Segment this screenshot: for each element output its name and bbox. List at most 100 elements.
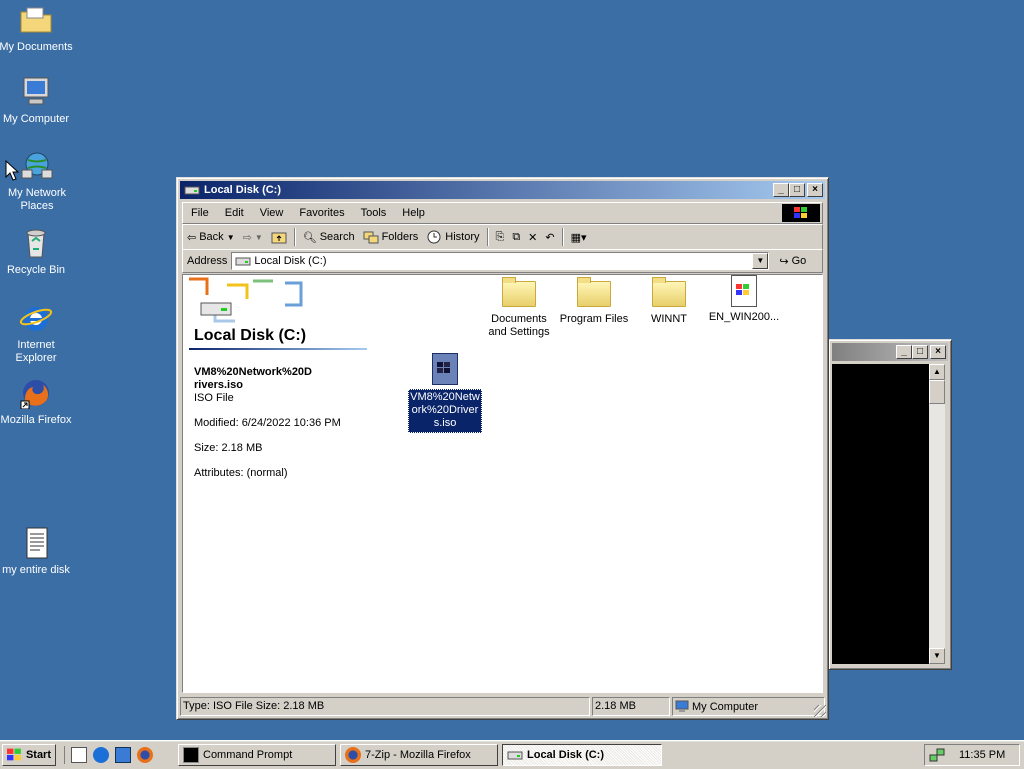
selected-file-type: ISO File (194, 392, 234, 404)
outlook-express-icon[interactable] (115, 747, 131, 763)
explorer-window[interactable]: Local Disk (C:) _ □ × File Edit View Fav… (176, 177, 829, 720)
status-bar: Type: ISO File Size: 2.18 MB 2.18 MB My … (180, 697, 825, 716)
drive-icon (235, 257, 251, 266)
address-label: Address (187, 255, 228, 267)
list-item[interactable]: Program Files (552, 277, 636, 326)
network-icon (20, 150, 54, 184)
computer-icon (19, 76, 53, 110)
task-firefox[interactable]: 7-Zip - Mozilla Firefox (340, 744, 498, 766)
undo-button[interactable]: ↶ (541, 227, 558, 247)
chevron-down-icon[interactable]: ▼ (255, 233, 263, 242)
up-folder-icon (271, 232, 287, 244)
firefox-icon[interactable] (137, 747, 153, 763)
copy-to-button[interactable]: ⧉ (508, 227, 524, 247)
explorer-titlebar[interactable]: Local Disk (C:) _ □ × (180, 181, 825, 199)
forward-button[interactable]: ⇨ ▼ (239, 227, 267, 247)
folders-button[interactable]: Folders (359, 227, 423, 247)
close-button[interactable]: × (930, 345, 946, 359)
list-item[interactable]: Documents and Settings (477, 277, 561, 339)
folder-icon (502, 277, 536, 307)
drive-banner-graphic (189, 277, 303, 323)
folder-icon (19, 4, 53, 38)
address-input[interactable]: Local Disk (C:) ▼ (231, 252, 770, 270)
iso-file-icon (432, 353, 458, 385)
window-title: Local Disk (C:) (204, 184, 282, 196)
command-prompt-icon (183, 747, 199, 763)
menu-favorites[interactable]: Favorites (291, 207, 352, 219)
status-zone: My Computer (672, 697, 825, 716)
windows-file-icon (731, 275, 757, 307)
maximize-button[interactable]: □ (789, 183, 805, 197)
move-to-button[interactable]: ⎘ (492, 227, 509, 247)
chevron-down-icon[interactable]: ▼ (227, 233, 235, 242)
toolbar-separator (486, 228, 489, 246)
vertical-scrollbar[interactable]: ▲ ▼ (929, 364, 945, 664)
list-item[interactable]: EN_WIN200... (702, 275, 786, 324)
desktop-icon-my-documents[interactable]: My Documents (0, 4, 74, 54)
panel-heading-rule (189, 348, 367, 350)
go-button[interactable]: ↪ Go (775, 251, 810, 271)
list-item[interactable]: WINNT (627, 277, 711, 326)
recycle-bin-icon (19, 227, 53, 261)
folders-icon (363, 231, 379, 244)
quick-launch (64, 746, 153, 764)
toolbar-separator (293, 228, 296, 246)
task-command-prompt[interactable]: Command Prompt (178, 744, 336, 766)
back-arrow-icon: ⇦ (187, 231, 197, 244)
up-folder-button[interactable] (267, 227, 291, 247)
desktop-icon-internet-explorer[interactable]: Internet Explorer (0, 302, 74, 365)
copy-to-icon: ⧉ (512, 230, 521, 243)
maximize-button[interactable]: □ (912, 345, 928, 359)
console-area[interactable] (832, 364, 929, 664)
command-prompt-titlebar[interactable]: _ □ × (832, 343, 948, 361)
desktop-icon-my-computer[interactable]: My Computer (0, 76, 74, 126)
desktop-icon-recycle-bin[interactable]: Recycle Bin (0, 227, 74, 277)
system-tray: 11:35 PM (924, 744, 1020, 766)
history-button[interactable]: History (422, 227, 483, 247)
mouse-pointer-icon (5, 160, 19, 181)
network-tray-icon[interactable] (929, 747, 945, 763)
command-prompt-window[interactable]: _ □ × ▲ ▼ (828, 339, 952, 670)
task-local-disk[interactable]: Local Disk (C:) (502, 744, 662, 766)
drive-icon (184, 186, 200, 195)
document-icon (19, 527, 53, 561)
internet-explorer-icon[interactable] (93, 747, 109, 763)
selected-file-name: VM8%20Network%20Drivers.iso (194, 366, 312, 391)
search-button[interactable]: 🔍︎ Search (299, 227, 359, 247)
windows-logo-icon (7, 748, 21, 761)
selected-file-modified: Modified: 6/24/2022 10:36 PM (194, 417, 341, 429)
back-button[interactable]: ⇦ Back ▼ (183, 227, 239, 247)
menu-view[interactable]: View (252, 207, 292, 219)
clock[interactable]: 11:35 PM (959, 749, 1005, 761)
list-item[interactable]: VM8%20Network%20Drivers.iso (403, 353, 487, 433)
show-desktop-icon[interactable] (71, 747, 87, 763)
firefox-icon (345, 747, 361, 763)
minimize-button[interactable]: _ (773, 183, 789, 197)
selected-file-attributes: Attributes: (normal) (194, 467, 288, 479)
firefox-icon (19, 377, 53, 411)
menu-edit[interactable]: Edit (217, 207, 252, 219)
resize-grip-icon[interactable] (814, 705, 826, 717)
views-button[interactable]: ▦▾ (567, 227, 591, 247)
menu-bar: File Edit View Favorites Tools Help (182, 202, 823, 224)
close-button[interactable]: × (807, 183, 823, 197)
taskbar: Start Command Prompt 7-Zip - Mozilla Fir… (0, 740, 1024, 769)
delete-button[interactable]: ✕ (524, 227, 541, 247)
menu-help[interactable]: Help (394, 207, 433, 219)
internet-explorer-icon (19, 302, 53, 336)
menu-tools[interactable]: Tools (353, 207, 395, 219)
status-size: 2.18 MB (592, 697, 670, 716)
windows-logo (782, 204, 820, 222)
desktop-icon-mozilla-firefox[interactable]: Mozilla Firefox (0, 377, 74, 427)
computer-icon (675, 700, 689, 712)
desktop-icon-my-entire-disk[interactable]: my entire disk (0, 527, 74, 577)
menu-file[interactable]: File (183, 207, 217, 219)
undo-icon: ↶ (545, 231, 555, 244)
standard-toolbar: ⇦ Back ▼ ⇨ ▼ 🔍︎ Search Folders History ⎘… (182, 224, 823, 250)
address-dropdown-button[interactable]: ▼ (752, 253, 769, 269)
start-button[interactable]: Start (2, 744, 56, 766)
status-info: Type: ISO File Size: 2.18 MB (180, 697, 590, 716)
minimize-button[interactable]: _ (896, 345, 912, 359)
folder-icon (652, 277, 686, 307)
folder-view[interactable]: Local Disk (C:) VM8%20Network%20Drivers.… (182, 274, 823, 693)
